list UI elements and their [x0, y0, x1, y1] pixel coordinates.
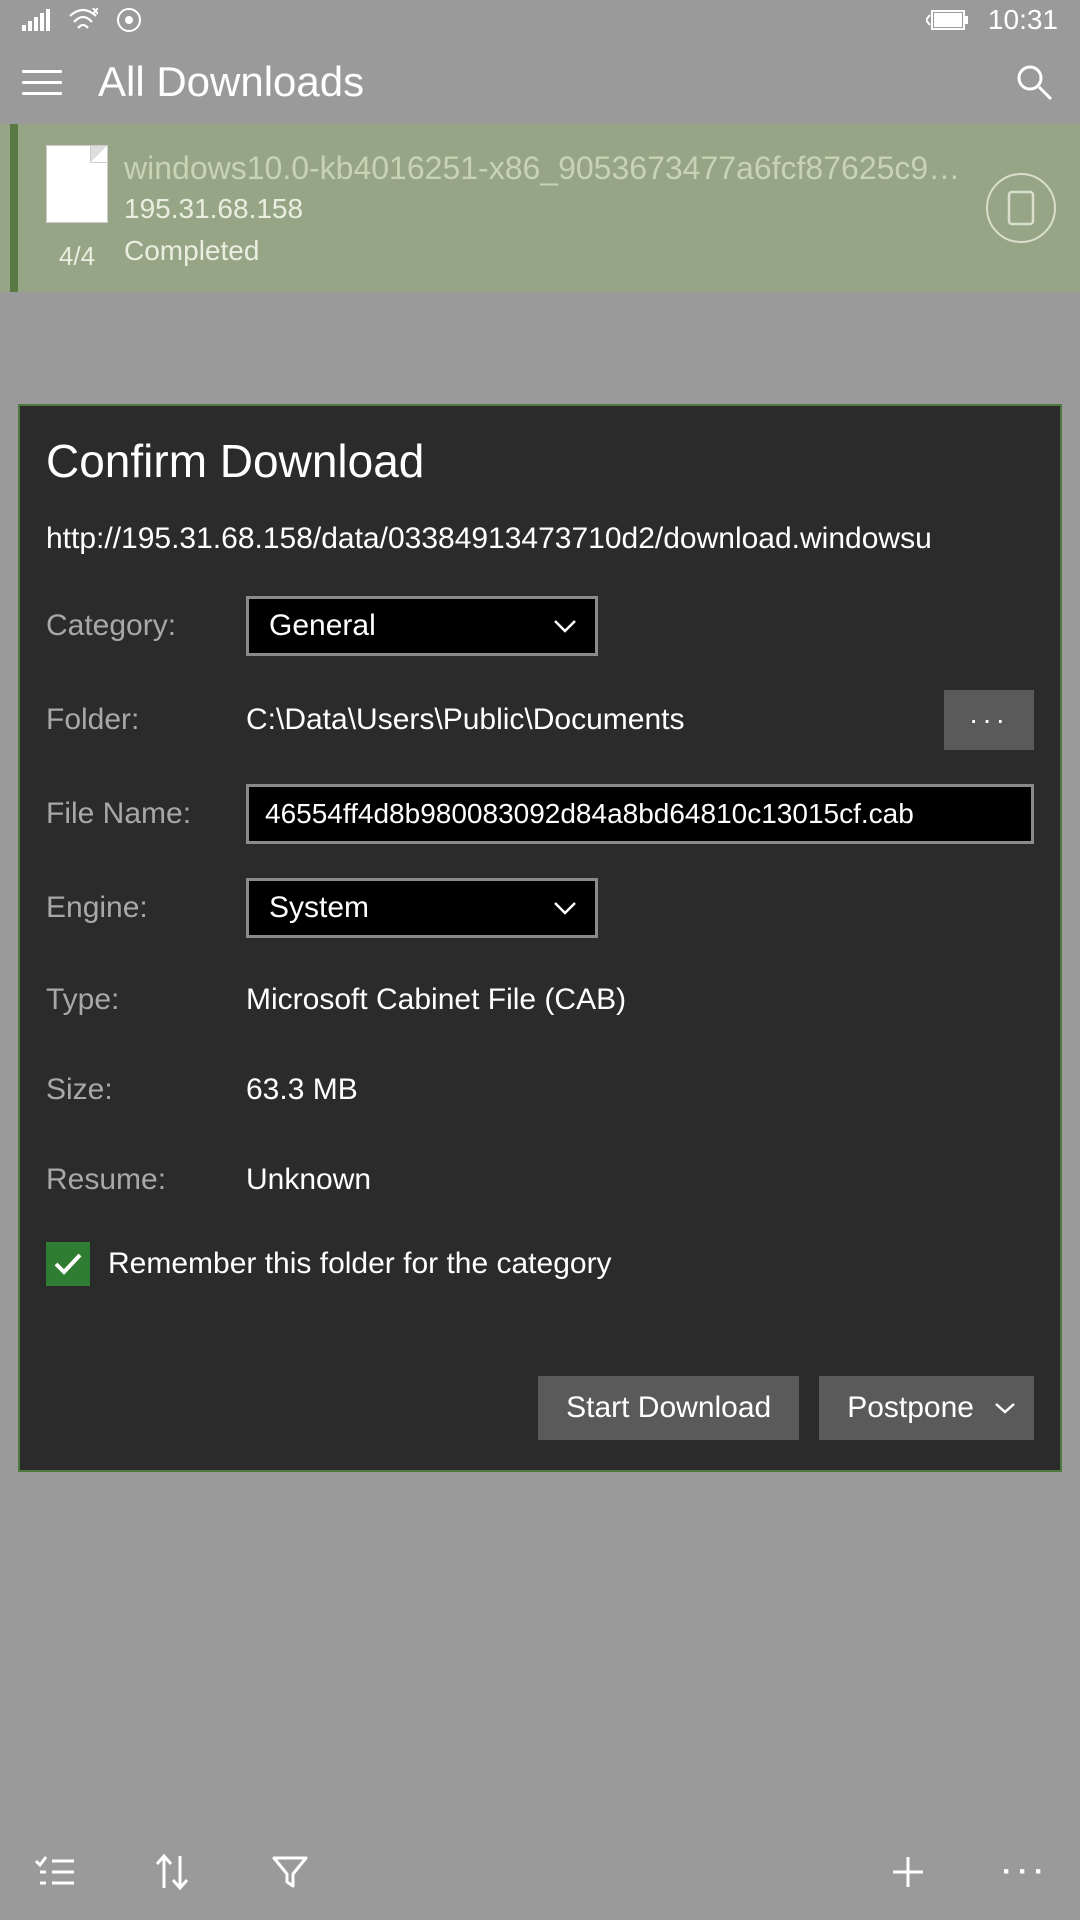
postpone-button[interactable]: Postpone — [819, 1376, 1034, 1440]
category-label: Category: — [46, 609, 246, 643]
download-host: 195.31.68.158 — [124, 193, 972, 225]
filter-icon — [271, 1854, 309, 1890]
category-value: General — [269, 609, 376, 643]
segment-count: 4/4 — [59, 241, 95, 272]
remember-folder-label: Remember this folder for the category — [108, 1247, 612, 1281]
chevron-down-icon — [994, 1402, 1016, 1414]
browse-folder-button[interactable]: ··· — [944, 690, 1034, 750]
filter-button[interactable] — [266, 1848, 314, 1896]
type-value: Microsoft Cabinet File (CAB) — [246, 983, 1034, 1017]
sort-button[interactable] — [148, 1848, 196, 1896]
search-icon — [1015, 63, 1053, 101]
app-header: All Downloads — [0, 40, 1080, 124]
ellipsis-icon: ··· — [1002, 1855, 1050, 1889]
download-item[interactable]: 4/4 windows10.0-kb4016251-x86_9053673477… — [0, 124, 1080, 292]
file-icon — [46, 145, 108, 223]
chevron-down-icon — [553, 901, 577, 915]
type-label: Type: — [46, 983, 246, 1017]
document-icon — [1007, 190, 1035, 226]
resume-value: Unknown — [246, 1163, 1034, 1197]
size-label: Size: — [46, 1073, 246, 1107]
search-button[interactable] — [1010, 58, 1058, 106]
notification-icon — [116, 7, 142, 33]
sort-icon — [154, 1852, 190, 1892]
dialog-title: Confirm Download — [46, 434, 1034, 488]
chevron-down-icon — [553, 619, 577, 633]
more-button[interactable]: ··· — [1002, 1848, 1050, 1896]
filename-input-text: 46554ff4d8b980083092d84a8bd64810c13015cf… — [265, 798, 914, 830]
page-title: All Downloads — [98, 58, 364, 106]
postpone-label: Postpone — [847, 1391, 974, 1425]
resume-label: Resume: — [46, 1163, 246, 1197]
download-status: Completed — [124, 235, 972, 267]
confirm-download-dialog: Confirm Download http://195.31.68.158/da… — [18, 404, 1062, 1472]
bottom-command-bar: ··· — [0, 1824, 1080, 1920]
add-button[interactable] — [884, 1848, 932, 1896]
plus-icon — [889, 1853, 927, 1891]
download-url: http://195.31.68.158/data/03384913473710… — [46, 522, 1034, 556]
select-button[interactable] — [30, 1848, 78, 1896]
folder-label: Folder: — [46, 703, 246, 737]
clock-text: 10:31 — [988, 4, 1058, 36]
open-file-button[interactable] — [986, 173, 1056, 243]
engine-value: System — [269, 891, 369, 925]
menu-button[interactable] — [22, 58, 70, 106]
start-download-button[interactable]: Start Download — [538, 1376, 799, 1440]
folder-value: C:\Data\Users\Public\Documents — [246, 703, 930, 737]
status-bar: 10:31 — [0, 0, 1080, 40]
signal-icon — [22, 9, 50, 31]
size-value: 63.3 MB — [246, 1073, 1034, 1107]
battery-charging-icon — [926, 9, 970, 31]
remember-folder-checkbox[interactable]: Remember this folder for the category — [46, 1242, 1034, 1286]
wifi-icon — [68, 8, 98, 32]
engine-label: Engine: — [46, 891, 246, 925]
filename-input[interactable]: 46554ff4d8b980083092d84a8bd64810c13015cf… — [246, 784, 1034, 844]
engine-select[interactable]: System — [246, 878, 598, 938]
checklist-icon — [34, 1855, 74, 1889]
category-select[interactable]: General — [246, 596, 598, 656]
download-filename: windows10.0-kb4016251-x86_9053673477a6fc… — [124, 150, 972, 187]
filename-label: File Name: — [46, 797, 246, 831]
checkmark-icon — [46, 1242, 90, 1286]
